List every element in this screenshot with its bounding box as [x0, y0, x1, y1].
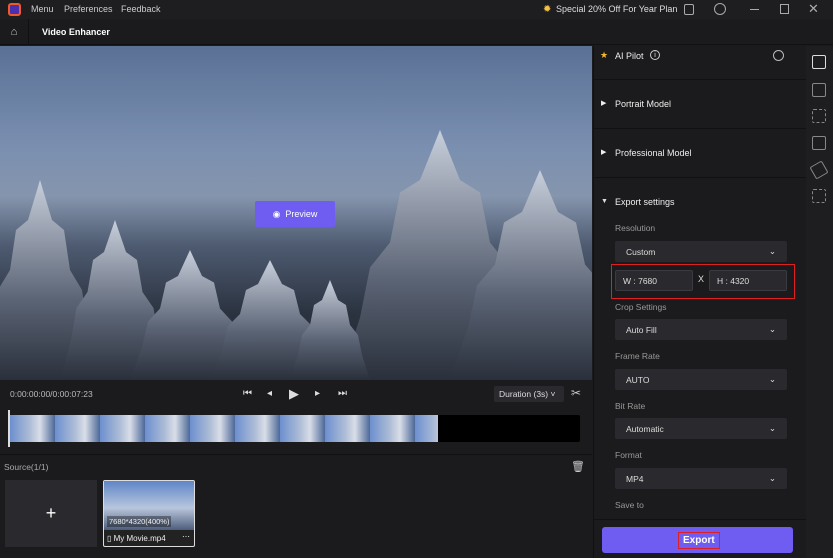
timeline-clip[interactable] — [10, 415, 438, 442]
export-label: Export — [678, 532, 720, 549]
promo-gift-icon: ✹ — [543, 4, 552, 15]
height-input[interactable]: H : 4320 — [709, 270, 787, 291]
magic-select-icon[interactable] — [812, 189, 826, 203]
playhead[interactable] — [8, 410, 10, 447]
preview-label: Preview — [285, 209, 318, 219]
add-source-button[interactable]: + — [5, 480, 97, 547]
caret-down-icon[interactable]: ▼ — [601, 198, 608, 205]
framerate-select[interactable]: AUTO ⌄ — [615, 369, 787, 390]
skip-start-button[interactable]: ⏮ — [243, 388, 252, 399]
source-filename: ▯ My Movie.mp4 — [107, 534, 166, 543]
scissors-icon[interactable]: ✂ — [571, 386, 581, 400]
minimize-button[interactable] — [750, 9, 759, 10]
next-frame-button[interactable]: ▸ — [315, 388, 320, 399]
ai-pilot-row[interactable]: ★ AI Pilot i — [594, 46, 806, 80]
bitrate-label: Bit Rate — [615, 401, 646, 411]
tool-sidebar — [806, 46, 833, 558]
resolution-label: Resolution — [615, 223, 656, 233]
page-title: Video Enhancer — [42, 27, 110, 37]
format-select[interactable]: MP4 ⌄ — [615, 468, 787, 489]
caret-right-icon: ▶ — [601, 100, 607, 107]
feedback-button[interactable]: Feedback — [121, 4, 161, 14]
preferences-button[interactable]: Preferences — [64, 4, 113, 14]
play-button[interactable]: ▶ — [289, 386, 299, 402]
header-bar: ⌂ Video Enhancer — [0, 19, 833, 45]
source-thumbnail[interactable]: 7680*4320(400%) ▯ My Movie.mp4 ⋯ — [103, 480, 195, 547]
timeline-track[interactable] — [10, 415, 580, 442]
info-icon[interactable]: i — [650, 50, 660, 60]
size-separator: X — [698, 274, 705, 284]
caret-right-icon: ▶ — [601, 149, 607, 156]
eraser-icon[interactable] — [809, 160, 829, 180]
uhd-video-icon[interactable] — [812, 55, 826, 69]
duration-dropdown[interactable]: Duration (3s) ˅ — [494, 386, 564, 402]
width-input[interactable]: W : 7680 — [615, 270, 693, 291]
prev-frame-button[interactable]: ◂ — [267, 388, 272, 399]
crop-select[interactable]: Auto Fill ⌄ — [615, 319, 787, 340]
export-settings-header[interactable]: Export settings — [615, 197, 675, 207]
more-icon[interactable]: ⋯ — [182, 532, 190, 541]
maximize-button[interactable] — [780, 4, 789, 14]
settings-panel: ★ AI Pilot i ▶ Portrait Model ▶ Professi… — [593, 46, 806, 558]
close-button[interactable]: ✕ — [808, 1, 819, 17]
professional-model-label: Professional Model — [615, 148, 692, 158]
star-icon: ★ — [600, 50, 609, 60]
bitrate-select[interactable]: Automatic ⌄ — [615, 418, 787, 439]
portrait-model-label: Portrait Model — [615, 99, 672, 109]
notes-icon[interactable] — [684, 4, 694, 15]
source-label: Source(1/1) — [4, 462, 49, 472]
custom-size-group: W : 7680 X H : 4320 — [611, 264, 795, 299]
professional-model-row[interactable]: ▶ Professional Model — [594, 129, 806, 178]
eye-icon: ◉ — [272, 208, 281, 219]
curve-icon[interactable] — [812, 83, 826, 97]
account-icon[interactable] — [714, 3, 726, 15]
trash-icon[interactable]: 🗑 — [571, 460, 585, 473]
edit-icon[interactable] — [812, 136, 826, 150]
export-footer: Export — [594, 519, 806, 558]
promo-link[interactable]: Special 20% Off For Year Plan — [556, 4, 677, 14]
title-bar: Menu Preferences Feedback ✹ Special 20% … — [0, 0, 833, 19]
menu-button[interactable]: Menu — [31, 4, 54, 14]
ai-pilot-radio[interactable] — [773, 50, 784, 61]
source-resolution: 7680*4320(400%) — [107, 516, 172, 527]
saveto-label: Save to — [615, 500, 644, 510]
format-label: Format — [615, 450, 642, 460]
skip-end-button[interactable]: ⏭ — [338, 388, 347, 399]
ai-pilot-label: AI Pilot — [615, 51, 644, 61]
portrait-model-row[interactable]: ▶ Portrait Model — [594, 80, 806, 129]
grid-add-icon[interactable] — [812, 109, 826, 123]
export-button[interactable]: Export — [602, 527, 793, 553]
framerate-label: Frame Rate — [615, 351, 660, 361]
preview-button[interactable]: ◉ Preview — [255, 201, 335, 227]
timecode: 0:00:00:00/0:00:07:23 — [10, 389, 93, 399]
app-logo — [8, 3, 21, 16]
resolution-select[interactable]: Custom ⌄ — [615, 241, 787, 262]
crop-label: Crop Settings — [615, 302, 667, 312]
home-icon[interactable]: ⌂ — [0, 19, 29, 45]
